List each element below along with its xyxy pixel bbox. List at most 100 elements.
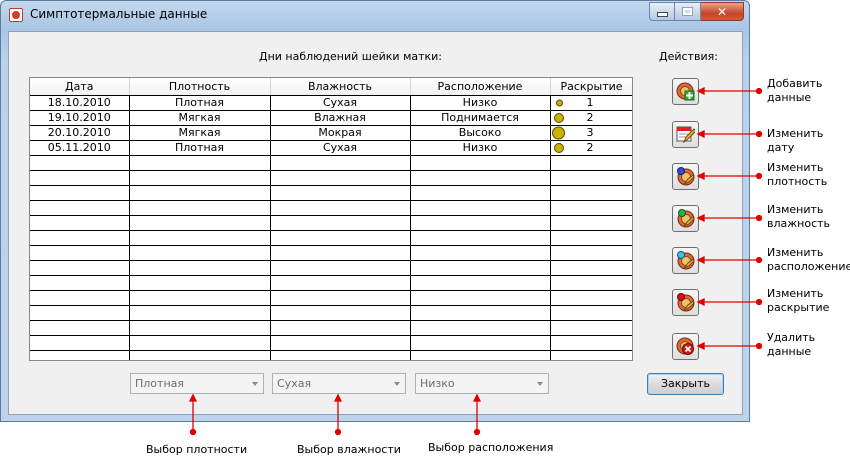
table-row-empty[interactable] [30, 230, 632, 246]
empty-cell [550, 170, 632, 186]
empty-cell [270, 185, 411, 201]
empty-cell [410, 170, 551, 186]
table-row-empty[interactable] [30, 350, 632, 360]
column-header-position[interactable]: Расположение [410, 78, 551, 96]
table-row-empty[interactable] [30, 245, 632, 261]
empty-cell [550, 200, 632, 216]
empty-cell [270, 350, 411, 360]
callout-edit-date-line1: Изменить дату [767, 127, 824, 154]
empty-cell [129, 200, 271, 216]
table-row[interactable]: 20.10.2010 Мягкая Мокрая Высоко 3 [30, 125, 632, 141]
cell-opening: 3 [550, 125, 632, 141]
moisture-select[interactable]: Сухая [272, 373, 406, 394]
cell-moisture: Мокрая [270, 125, 411, 141]
density-select-value: Плотная [135, 377, 184, 390]
observations-table[interactable]: Дата Плотность Влажность Расположение Ра… [29, 77, 633, 361]
cell-position: Низко [410, 140, 551, 156]
table-row-empty[interactable] [30, 170, 632, 186]
table-row[interactable]: 05.11.2010 Плотная Сухая Низко 2 [30, 140, 632, 156]
window-title: Симптотермальные данные [30, 7, 208, 21]
empty-cell [129, 245, 271, 261]
column-header-date[interactable]: Дата [30, 78, 130, 96]
cell-moisture: Сухая [270, 140, 411, 156]
density-select[interactable]: Плотная [130, 373, 264, 394]
table-row-empty[interactable] [30, 155, 632, 171]
table-header-row: Дата Плотность Влажность Расположение Ра… [30, 78, 632, 96]
callout-edit-moisture-line1: Изменить [767, 203, 824, 216]
empty-cell [30, 185, 130, 201]
callout-edit-density: Изменить плотность [767, 161, 827, 189]
minimize-icon [656, 12, 668, 17]
close-button[interactable]: Закрыть [647, 373, 724, 395]
empty-cell [129, 275, 271, 291]
add-data-button[interactable] [672, 78, 699, 105]
cell-moisture: Влажная [270, 110, 411, 126]
column-header-density[interactable]: Плотность [129, 78, 271, 96]
edit-date-button[interactable] [672, 121, 699, 148]
cell-moisture: Сухая [270, 95, 411, 111]
empty-cell [410, 215, 551, 231]
callout-edit-opening: Изменить раскрытие [767, 287, 829, 315]
table-row-empty[interactable] [30, 335, 632, 351]
close-icon: ✕ [716, 4, 728, 19]
callout-edit-opening-line2: раскрытие [767, 301, 830, 314]
empty-cell [550, 230, 632, 246]
delete-data-icon [676, 337, 694, 355]
cell-density: Плотная [129, 140, 271, 156]
cell-position: Поднимается [410, 110, 551, 126]
column-header-opening[interactable]: Раскрытие [550, 78, 632, 96]
table-row-empty[interactable] [30, 290, 632, 306]
empty-cell [30, 200, 130, 216]
empty-cell [30, 155, 130, 171]
empty-cell [30, 350, 130, 360]
empty-cell [410, 275, 551, 291]
table-row-empty[interactable] [30, 200, 632, 216]
edit-opening-button[interactable] [672, 289, 699, 316]
cell-density: Мягкая [129, 110, 271, 126]
edit-density-button[interactable] [672, 163, 699, 190]
table-row[interactable]: 19.10.2010 Мягкая Влажная Поднимается 2 [30, 110, 632, 126]
position-select-value: Низко [420, 377, 455, 390]
edit-moisture-button[interactable] [672, 205, 699, 232]
callout-edit-opening-line1: Изменить [767, 287, 824, 300]
position-select[interactable]: Низко [415, 373, 549, 394]
column-header-moisture[interactable]: Влажность [270, 78, 411, 96]
empty-cell [550, 305, 632, 321]
callout-add: Добавить данные [767, 77, 822, 105]
table-row-empty[interactable] [30, 185, 632, 201]
empty-cell [550, 335, 632, 351]
callout-edit-density-line2: плотность [767, 175, 828, 188]
table-row-empty[interactable] [30, 305, 632, 321]
delete-data-button[interactable] [672, 333, 699, 360]
table-row[interactable]: 18.10.2010 Плотная Сухая Низко 1 [30, 95, 632, 111]
title-bar[interactable]: Симптотермальные данные ✕ [1, 1, 749, 31]
empty-cell [129, 260, 271, 276]
minimize-button[interactable] [649, 2, 675, 21]
table-row-empty[interactable] [30, 275, 632, 291]
window-close-button[interactable]: ✕ [701, 2, 744, 21]
opening-value: 3 [586, 126, 594, 139]
empty-cell [410, 245, 551, 261]
empty-cell [30, 260, 130, 276]
caption-buttons: ✕ [649, 2, 744, 21]
empty-cell [550, 260, 632, 276]
empty-cell [129, 290, 271, 306]
table-row-empty[interactable] [30, 260, 632, 276]
table-row-empty[interactable] [30, 320, 632, 336]
empty-cell [550, 320, 632, 336]
edit-position-button[interactable] [672, 247, 699, 274]
opening-value: 2 [586, 141, 594, 154]
table-row-empty[interactable] [30, 215, 632, 231]
cell-date: 20.10.2010 [30, 125, 130, 141]
density-badge-icon [677, 167, 695, 186]
empty-cell [30, 245, 130, 261]
empty-cell [30, 215, 130, 231]
empty-cell [550, 245, 632, 261]
empty-cell [270, 320, 411, 336]
empty-cell [30, 320, 130, 336]
empty-cell [270, 200, 411, 216]
app-icon [9, 8, 23, 22]
empty-cell [270, 230, 411, 246]
empty-cell [129, 215, 271, 231]
maximize-button[interactable] [675, 2, 701, 21]
